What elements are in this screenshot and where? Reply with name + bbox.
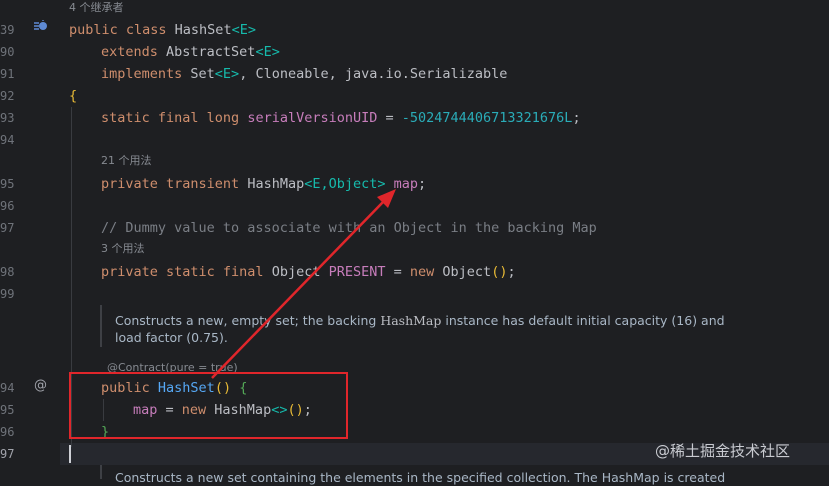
- javadoc-text-part: Constructs a new, empty set; the backing: [115, 313, 381, 328]
- generic: <E>: [255, 44, 280, 60]
- highlight-box: [69, 372, 348, 439]
- javadoc-code[interactable]: HashMap: [380, 313, 441, 328]
- code-editor[interactable]: 39 90 91 92 93 94 95 96 97 98 99 94 95 9…: [0, 0, 829, 485]
- line-number: 91: [0, 67, 15, 81]
- line-number: 39: [0, 23, 15, 37]
- brace: {: [69, 88, 78, 104]
- field-name: map: [393, 176, 419, 192]
- parentheses: (): [491, 264, 508, 280]
- usages-hint[interactable]: 3 个用法: [101, 241, 145, 257]
- field-name: PRESENT: [328, 264, 386, 280]
- watermark: @稀土掘金技术社区: [655, 442, 791, 460]
- keyword: static final long: [101, 110, 248, 126]
- code-line: {: [69, 85, 77, 107]
- implemented-by-icon[interactable]: [33, 19, 49, 33]
- code-line: // Dummy value to associate with an Obje…: [101, 217, 597, 239]
- keyword: private transient: [101, 176, 248, 192]
- keyword: new: [409, 264, 443, 280]
- generic: <E>: [231, 22, 256, 38]
- javadoc-text: Constructs a new, empty set; the backing…: [115, 312, 735, 346]
- generic: <E>: [214, 66, 240, 82]
- code-line: extends AbstractSet<E>: [101, 41, 280, 63]
- line-number: 94: [0, 381, 15, 395]
- operator: =: [385, 264, 410, 280]
- generic: <E,Object>: [304, 176, 386, 192]
- class-name: Object: [271, 264, 321, 280]
- class-name: Set: [190, 66, 215, 82]
- javadoc-text-partial: Constructs a new set containing the elem…: [115, 470, 726, 485]
- line-number: 95: [0, 177, 15, 191]
- code-line: private transient HashMap<E,Object> map;: [101, 173, 426, 195]
- line-number: 92: [0, 89, 15, 103]
- line-number-current: 97: [0, 447, 15, 461]
- annotation-at-icon[interactable]: @: [34, 378, 48, 394]
- inheritors-hint[interactable]: 4 个继承者: [69, 0, 124, 16]
- class-name: HashSet: [174, 22, 232, 38]
- number-literal: -5024744406713321676L: [401, 110, 573, 126]
- semicolon: ;: [418, 176, 427, 192]
- class-name: AbstractSet: [166, 44, 256, 60]
- keyword: private static final: [101, 264, 272, 280]
- code-line: public class HashSet<E>: [69, 19, 256, 41]
- gutter: 39 90 91 92 93 94 95 96 97 98 99 94 95 9…: [0, 0, 60, 479]
- line-number: 90: [0, 45, 15, 59]
- class-name: HashMap: [247, 176, 305, 192]
- line-number: 99: [0, 287, 15, 301]
- text-caret: [69, 445, 71, 463]
- code-line: implements Set<E>, Cloneable, java.io.Se…: [101, 63, 507, 85]
- line-number: 94: [0, 133, 15, 147]
- line-number: 97: [0, 221, 15, 235]
- line-number: 96: [0, 425, 15, 439]
- line-number: 93: [0, 111, 15, 125]
- field-name: serialVersionUID: [247, 110, 378, 126]
- code-line: static final long serialVersionUID = -50…: [101, 107, 581, 129]
- semicolon: ;: [507, 264, 516, 280]
- class-name: Object: [442, 264, 492, 280]
- comment: // Dummy value to associate with an Obje…: [101, 220, 597, 236]
- keyword: public class: [69, 22, 175, 38]
- line-number: 96: [0, 199, 15, 213]
- line-number: 95: [0, 403, 15, 417]
- code-line: private static final Object PRESENT = ne…: [101, 261, 516, 283]
- semicolon: ;: [572, 110, 581, 126]
- keyword: implements: [101, 66, 191, 82]
- usages-hint[interactable]: 21 个用法: [101, 153, 152, 169]
- operator: =: [377, 110, 402, 126]
- keyword: extends: [101, 44, 167, 60]
- type-list: , Cloneable, java.io.Serializable: [239, 66, 508, 82]
- line-number: 98: [0, 265, 15, 279]
